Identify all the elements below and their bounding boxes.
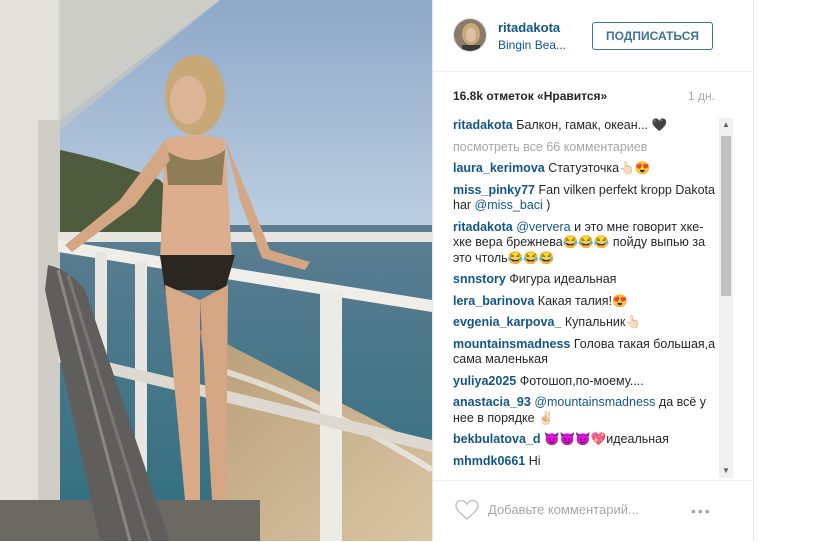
comment-text: Балкон, гамак, океан... 🖤 — [516, 118, 668, 132]
scrollbar-thumb[interactable] — [721, 136, 731, 296]
comments-scrollbar[interactable]: ▲ ▼ — [719, 118, 733, 478]
likes-row: 16.8k отметок «Нравится» 1 дн. — [453, 89, 715, 105]
post-author-username[interactable]: ritadakota — [498, 20, 560, 35]
follow-button[interactable]: ПОДПИСАТЬСЯ — [592, 22, 713, 50]
comment-user[interactable]: mhmdk0661 — [453, 454, 525, 468]
comment-user[interactable]: miss_pinky77 — [453, 183, 535, 197]
comment-text: Фотошоп,по-моему.... — [519, 373, 644, 388]
post-footer: Добавьте комментарий... ••• — [433, 480, 753, 542]
comment: bekbulatova_d 😈😈😈💖идеальная — [453, 432, 717, 448]
comment-mention[interactable]: @mountainsmadness — [534, 395, 655, 409]
comment-text: Какая талия!😍 — [537, 293, 628, 308]
comment-user[interactable]: bekbulatova_d — [453, 432, 541, 446]
more-options-icon[interactable]: ••• — [691, 503, 712, 519]
comment-user[interactable]: ritadakota — [453, 220, 513, 234]
comments-list: ritadakota Балкон, гамак, океан... 🖤 пос… — [453, 118, 717, 480]
comment-user[interactable]: evgenia_karpova_ — [453, 315, 561, 329]
comment-user[interactable]: lera_barinova — [453, 294, 534, 308]
scroll-up-icon[interactable]: ▲ — [719, 118, 733, 132]
comment-user[interactable]: yuliya2025 — [453, 374, 516, 388]
add-comment-input[interactable]: Добавьте комментарий... — [488, 502, 639, 517]
comment: anastacia_93 @mountainsmadness да всё у … — [453, 395, 717, 426]
comment: lera_barinova Какая талия!😍 — [453, 294, 717, 310]
comment-user[interactable]: snnstory — [453, 272, 506, 286]
post-photo[interactable] — [0, 0, 432, 541]
comment-mention[interactable]: @miss_baci — [475, 198, 543, 212]
comment-text: Фигура идеальная — [509, 272, 617, 286]
scroll-down-icon[interactable]: ▼ — [719, 464, 733, 478]
comment-text: Статуэточка👆🏻😍 — [548, 161, 651, 175]
comment-text: Купальник👆🏻 — [564, 315, 641, 329]
comment-text-tail: ) — [546, 198, 551, 212]
comment: miss_pinky77 Fan vilken perfekt kropp Da… — [453, 183, 717, 214]
view-all-comments-link[interactable]: посмотреть все 66 комментариев — [453, 140, 717, 156]
likes-count[interactable]: 16.8k отметок «Нравится» — [453, 89, 607, 103]
avatar[interactable] — [453, 18, 487, 52]
comment: evgenia_karpova_ Купальник👆🏻 — [453, 315, 717, 331]
comment-text: Hi — [528, 453, 541, 468]
post-time[interactable]: 1 дн. — [688, 89, 715, 103]
balcony-photo — [0, 0, 432, 541]
comment: yuliya2025 Фотошоп,по-моему.... — [453, 374, 717, 390]
comment: mhmdk0661 Hi — [453, 454, 717, 470]
heart-icon[interactable] — [455, 499, 479, 521]
page-background — [755, 0, 819, 541]
comment: laura_kerimova Статуэточка👆🏻😍 — [453, 161, 717, 177]
comment-user[interactable]: anastacia_93 — [453, 395, 531, 409]
comment: mountainsmadness Голова такая большая,а … — [453, 337, 717, 368]
comment-user[interactable]: ritadakota — [453, 118, 513, 132]
post-location[interactable]: Bingin Bea... — [498, 38, 566, 52]
comment-user[interactable]: mountainsmadness — [453, 337, 570, 351]
comment-user[interactable]: laura_kerimova — [453, 161, 545, 175]
comment-text: 😈😈😈💖идеальная — [544, 432, 669, 446]
comment: ritadakota @ververa и это мне говорит хк… — [453, 220, 717, 267]
comment-mention[interactable]: @ververa — [516, 220, 570, 234]
post-header: ritadakota Bingin Bea... ПОДПИСАТЬСЯ — [433, 0, 753, 72]
comment-caption: ritadakota Балкон, гамак, океан... 🖤 — [453, 118, 717, 134]
post-panel: ritadakota Bingin Bea... ПОДПИСАТЬСЯ 16.… — [432, 0, 754, 541]
comment: snnstory Фигура идеальная — [453, 272, 717, 288]
